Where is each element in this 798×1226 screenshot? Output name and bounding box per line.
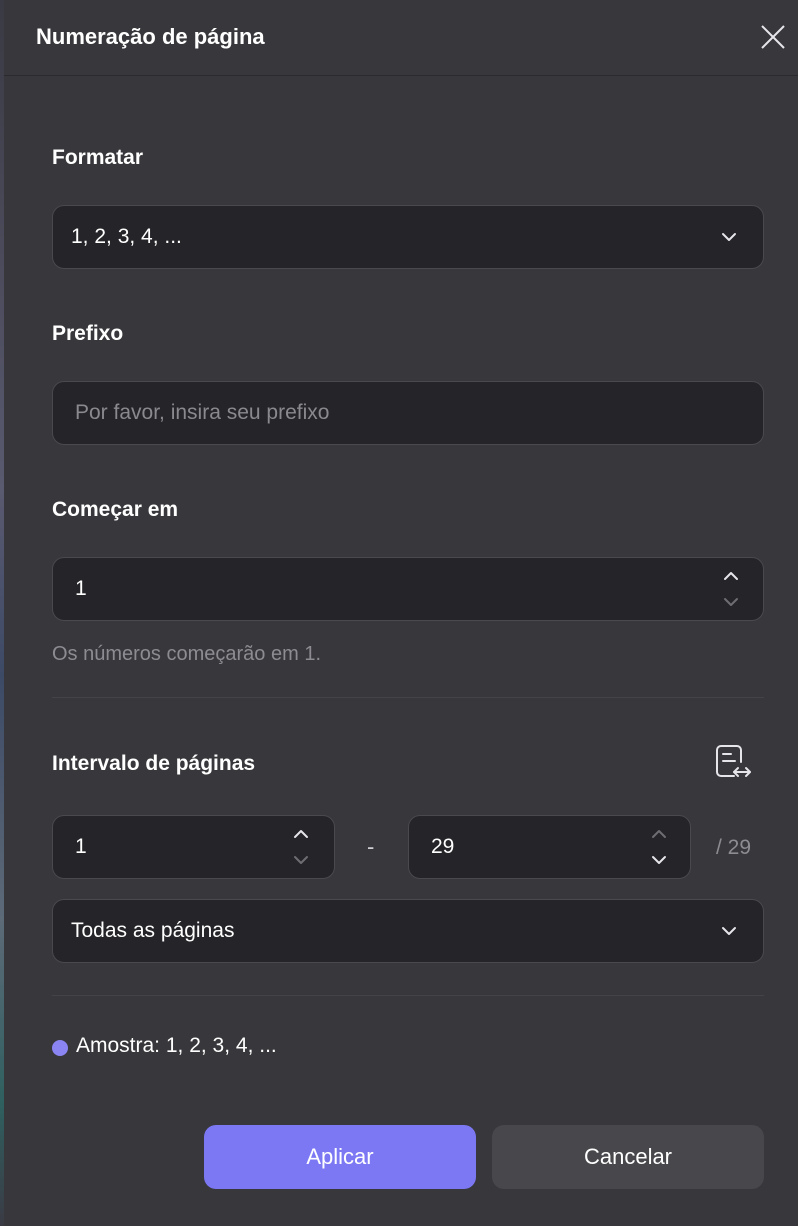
range-from-value: 1 <box>75 835 87 858</box>
start-number-input[interactable]: 1 <box>52 557 764 621</box>
divider <box>52 995 764 996</box>
stepper-icon[interactable] <box>649 825 669 869</box>
sample-dot-icon <box>52 1040 68 1056</box>
dialog-header: Numeração de página <box>4 0 798 76</box>
start-label: Começar em <box>52 498 179 521</box>
range-total: / 29 <box>716 836 752 859</box>
page-numbering-dialog: Numeração de página Formatar 1, 2, 3, 4,… <box>4 0 798 1226</box>
range-separator: - <box>367 834 375 859</box>
pages-subset-value: Todas as páginas <box>71 919 235 942</box>
chevron-down-icon <box>722 927 736 935</box>
chevron-down-icon <box>722 233 736 241</box>
start-value: 1 <box>75 577 87 600</box>
cancel-button[interactable]: Cancelar <box>492 1125 764 1189</box>
stepper-icon[interactable] <box>291 825 311 869</box>
range-to-input[interactable]: 29 <box>408 815 691 879</box>
pages-subset-dropdown[interactable]: Todas as páginas <box>52 899 764 963</box>
document-swap-icon <box>716 745 751 777</box>
start-hint: Os números começarão em 1. <box>52 643 321 665</box>
page-range-icon[interactable] <box>712 742 754 784</box>
format-label: Formatar <box>52 146 144 169</box>
dialog-title: Numeração de página <box>36 24 265 49</box>
sample-text: Amostra: 1, 2, 3, 4, ... <box>76 1034 277 1057</box>
divider <box>52 697 764 698</box>
range-from-input[interactable]: 1 <box>52 815 335 879</box>
range-to-value: 29 <box>431 835 455 858</box>
format-selected-value: 1, 2, 3, 4, ... <box>71 225 182 248</box>
apply-button[interactable]: Aplicar <box>204 1125 476 1189</box>
prefix-label: Prefixo <box>52 322 124 345</box>
stepper-icon[interactable] <box>721 567 741 611</box>
page-range-label: Intervalo de páginas <box>52 752 256 775</box>
prefix-input[interactable]: Por favor, insira seu prefixo <box>52 381 764 445</box>
prefix-placeholder: Por favor, insira seu prefixo <box>75 401 330 424</box>
format-dropdown[interactable]: 1, 2, 3, 4, ... <box>52 205 764 269</box>
close-icon <box>761 25 785 49</box>
close-button[interactable] <box>758 22 788 52</box>
